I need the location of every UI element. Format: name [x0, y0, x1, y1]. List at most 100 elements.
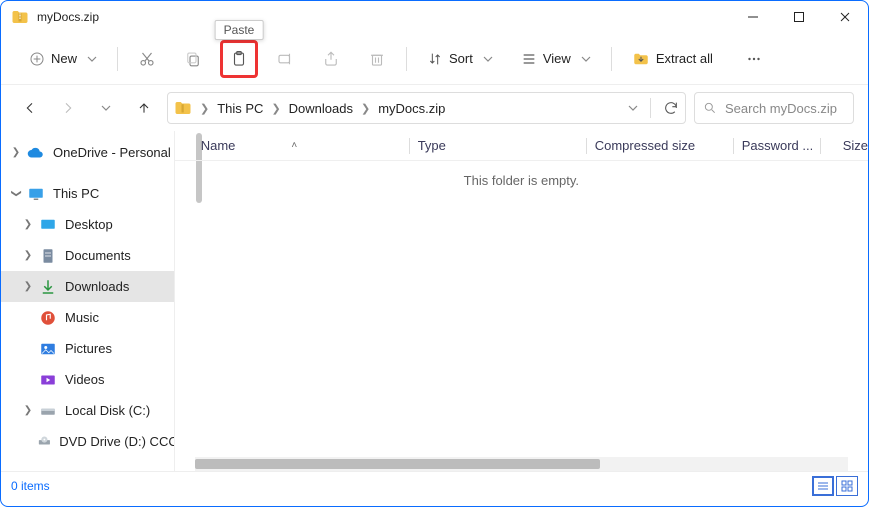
drive-icon — [39, 402, 57, 420]
tree-item-desktop[interactable]: ❯ Desktop — [1, 209, 174, 240]
chevron-right-icon[interactable]: ❯ — [359, 102, 372, 115]
horizontal-scrollbar[interactable] — [195, 457, 848, 471]
tree-item-onedrive[interactable]: ❯ OneDrive - Personal — [1, 137, 174, 168]
chevron-right-icon[interactable]: ❯ — [198, 102, 211, 115]
file-list-area: Name ˄ Type Compressed size Password ...… — [175, 131, 868, 471]
chevron-down-icon — [87, 54, 97, 64]
tree-label: Desktop — [65, 217, 113, 232]
copy-button[interactable] — [176, 42, 210, 76]
tree-item-dvd-drive[interactable]: ❯ DVD Drive (D:) CCCOM — [1, 426, 174, 457]
search-placeholder: Search myDocs.zip — [725, 101, 837, 116]
empty-folder-message: This folder is empty. — [175, 161, 868, 188]
address-bar[interactable]: ❯ This PC ❯ Downloads ❯ myDocs.zip — [167, 92, 686, 124]
tree-label: Music — [65, 310, 99, 325]
column-size[interactable]: Size — [829, 138, 868, 153]
zip-folder-icon — [174, 99, 192, 117]
tree-item-this-pc[interactable]: ❯ This PC — [1, 178, 174, 209]
search-input[interactable]: Search myDocs.zip — [694, 92, 854, 124]
tree-item-music[interactable]: ❯ Music — [1, 302, 174, 333]
item-count: 0 items — [11, 479, 50, 493]
delete-button[interactable] — [360, 42, 394, 76]
video-icon — [39, 371, 57, 389]
new-button[interactable]: New — [21, 42, 105, 76]
forward-button[interactable] — [53, 93, 83, 123]
tree-item-videos[interactable]: ❯ Videos — [1, 364, 174, 395]
extract-label: Extract all — [656, 51, 713, 66]
cloud-icon — [27, 144, 45, 162]
navigation-tree: ❯ OneDrive - Personal ❯ This PC ❯ Deskto… — [1, 131, 175, 471]
disc-icon — [37, 433, 52, 451]
separator — [650, 98, 651, 118]
desktop-icon — [39, 216, 57, 234]
tree-label: DVD Drive (D:) CCCOM — [59, 434, 173, 449]
zip-folder-icon — [11, 8, 29, 26]
rename-button[interactable] — [268, 42, 302, 76]
tree-label: Pictures — [65, 341, 112, 356]
share-button[interactable] — [314, 42, 348, 76]
minimize-button[interactable] — [730, 1, 776, 33]
tree-label: This PC — [53, 186, 99, 201]
tree-item-local-disk[interactable]: ❯ Local Disk (C:) — [1, 395, 174, 426]
column-password[interactable]: Password ... — [742, 138, 812, 153]
download-icon — [39, 278, 57, 296]
separator — [117, 47, 118, 71]
tree-label: Downloads — [65, 279, 129, 294]
chevron-down-icon — [483, 54, 493, 64]
column-compressed-size[interactable]: Compressed size — [595, 138, 725, 153]
chevron-right-icon[interactable]: ❯ — [21, 250, 35, 261]
details-view-button[interactable] — [812, 476, 834, 496]
tree-label: OneDrive - Personal — [53, 145, 171, 160]
main-area: ❯ OneDrive - Personal ❯ This PC ❯ Deskto… — [1, 131, 868, 471]
chevron-down-icon[interactable]: ❯ — [11, 187, 22, 201]
column-type[interactable]: Type — [418, 138, 578, 153]
back-button[interactable] — [15, 93, 45, 123]
breadcrumb-current[interactable]: myDocs.zip — [374, 99, 449, 118]
tree-item-pictures[interactable]: ❯ Pictures — [1, 333, 174, 364]
search-icon — [703, 101, 717, 115]
chevron-right-icon[interactable]: ❯ — [269, 102, 282, 115]
up-button[interactable] — [129, 93, 159, 123]
close-button[interactable] — [822, 1, 868, 33]
tree-label: Local Disk (C:) — [65, 403, 150, 418]
tree-label: Videos — [65, 372, 105, 387]
new-label: New — [51, 51, 77, 66]
refresh-button[interactable] — [663, 100, 679, 116]
cut-button[interactable] — [130, 42, 164, 76]
chevron-right-icon[interactable]: ❯ — [9, 147, 23, 158]
separator — [611, 47, 612, 71]
recent-dropdown[interactable] — [91, 93, 121, 123]
window-title: myDocs.zip — [37, 10, 99, 24]
chevron-right-icon[interactable]: ❯ — [21, 219, 35, 230]
chevron-down-icon[interactable] — [628, 103, 638, 113]
monitor-icon — [27, 185, 45, 203]
sort-button[interactable]: Sort — [419, 42, 501, 76]
tree-label: Documents — [65, 248, 131, 263]
view-label: View — [543, 51, 571, 66]
titlebar: myDocs.zip — [1, 1, 868, 33]
breadcrumb-this-pc[interactable]: This PC — [213, 99, 267, 118]
chevron-down-icon — [581, 54, 591, 64]
document-icon — [39, 247, 57, 265]
maximize-button[interactable] — [776, 1, 822, 33]
scrollbar-thumb[interactable] — [195, 459, 600, 469]
tree-item-downloads[interactable]: ❯ Downloads — [1, 271, 174, 302]
toolbar: New Paste Sort View Extract all — [1, 33, 868, 85]
breadcrumb-downloads[interactable]: Downloads — [285, 99, 357, 118]
chevron-right-icon[interactable]: ❯ — [21, 405, 35, 416]
column-headers: Name ˄ Type Compressed size Password ...… — [175, 131, 868, 161]
separator — [406, 47, 407, 71]
more-button[interactable] — [737, 42, 771, 76]
tree-item-documents[interactable]: ❯ Documents — [1, 240, 174, 271]
thumbnails-view-button[interactable] — [836, 476, 858, 496]
column-name[interactable]: Name ˄ — [201, 138, 401, 153]
picture-icon — [39, 340, 57, 358]
paste-tooltip: Paste — [215, 20, 264, 40]
separator — [586, 138, 587, 154]
view-button[interactable]: View — [513, 42, 599, 76]
status-bar: 0 items — [1, 471, 868, 499]
extract-all-button[interactable]: Extract all — [624, 42, 721, 76]
separator — [733, 138, 734, 154]
chevron-right-icon[interactable]: ❯ — [21, 281, 35, 292]
sort-label: Sort — [449, 51, 473, 66]
paste-button[interactable]: Paste — [222, 42, 256, 76]
